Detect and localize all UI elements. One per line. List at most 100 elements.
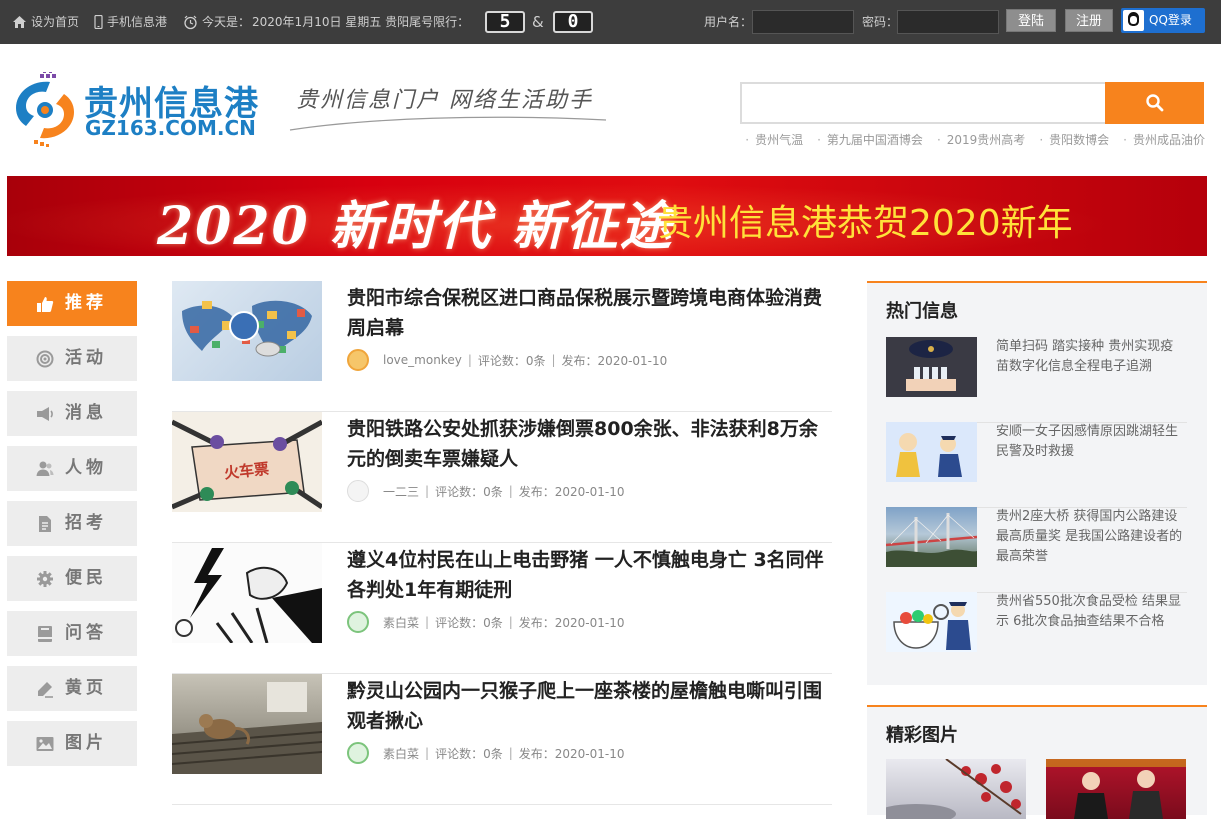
username-label: 用户名： — [704, 15, 753, 29]
article-author[interactable]: 素白菜 — [383, 614, 419, 631]
gear-icon — [37, 571, 53, 587]
nav-item-service[interactable]: 便民 — [7, 556, 137, 601]
site-slogan: 贵州信息门户 网络生活助手 — [296, 88, 593, 113]
article-item[interactable]: 黔灵山公园内一只猴子爬上一座茶楼的屋檐触电嘶叫引围观者揪心 素白菜 | 评论数：… — [172, 674, 832, 805]
nav-label: 黄页 — [65, 678, 107, 698]
article-comments: 评论数：0条 — [435, 484, 503, 499]
cartoon-food-check-image — [893, 602, 971, 650]
article-author[interactable]: love_monkey — [383, 353, 462, 367]
article-title[interactable]: 贵阳铁路公安处抓获涉嫌倒票800余张、非法获利8万余元的倒卖车票嫌疑人 — [347, 414, 832, 474]
hot-item-title[interactable]: 简单扫码 踏实接种 贵州实现疫苗数字化信息全程电子追溯 — [996, 337, 1186, 377]
avatar[interactable] — [347, 480, 369, 502]
document-icon — [39, 516, 51, 532]
article-title[interactable]: 遵义4位村民在山上电击野猪 一人不慎触电身亡 3名同伴各判处1年有期徒刑 — [347, 545, 832, 605]
hot-link[interactable]: 贵阳数博会 — [1039, 131, 1109, 148]
mobile-label: 手机信息港 — [107, 15, 168, 29]
nav-label: 消息 — [65, 403, 107, 423]
article-author[interactable]: 一二三 — [383, 483, 419, 500]
monkey-photo-image — [172, 682, 322, 774]
flower-photo-image — [886, 759, 1022, 819]
plate-number-b: 0 — [553, 11, 593, 33]
date-text: 2020年1月10日 星期五 贵阳尾号限行： — [252, 15, 470, 29]
article-date: 发布：2020-01-10 — [518, 484, 625, 499]
cartoon-rescue-image — [886, 422, 977, 482]
article-date: 发布：2020-01-10 — [518, 615, 625, 630]
search-input[interactable] — [740, 82, 1106, 124]
edit-icon — [38, 682, 53, 698]
nav-label: 活动 — [65, 348, 107, 368]
plate-separator: & — [532, 13, 544, 31]
set-home-link[interactable]: 设为首页 — [12, 0, 79, 44]
logo-mark-icon — [16, 72, 74, 147]
picture-thumbnail[interactable] — [1046, 759, 1186, 819]
nav-item-activity[interactable]: 活动 — [7, 336, 137, 381]
article-item[interactable]: 贵阳市综合保税区进口商品保税展示暨跨境电商体验消费周启幕 love_monkey… — [172, 281, 832, 412]
hot-item[interactable]: 简单扫码 踏实接种 贵州实现疫苗数字化信息全程电子追溯 — [886, 337, 1187, 423]
article-thumbnail[interactable]: 火车票 — [172, 412, 322, 512]
vaccine-photo-image — [886, 337, 977, 397]
search-icon — [1146, 94, 1164, 112]
nav-label: 招考 — [65, 513, 107, 533]
login-button[interactable]: 登陆 — [1006, 9, 1056, 32]
username-input[interactable] — [752, 10, 854, 34]
register-button[interactable]: 注册 — [1065, 9, 1113, 32]
search-button[interactable] — [1105, 82, 1204, 124]
hot-thumbnail[interactable] — [886, 592, 977, 652]
hot-link[interactable]: 2019贵州高考 — [937, 131, 1026, 148]
site-logo[interactable]: 贵州信息港 GZ163.COM.CN — [10, 70, 265, 148]
hot-link[interactable]: 贵州气温 — [745, 131, 803, 148]
article-thumbnail[interactable] — [172, 674, 322, 774]
article-meta: love_monkey | 评论数：0条 | 发布：2020-01-10 — [347, 349, 667, 371]
hot-item[interactable]: 贵州省550批次食品受检 结果显示 6批次食品抽查结果不合格 — [886, 592, 1187, 678]
nav-item-people[interactable]: 人物 — [7, 446, 137, 491]
hot-item-title[interactable]: 贵州省550批次食品受检 结果显示 6批次食品抽查结果不合格 — [996, 592, 1186, 632]
new-year-banner[interactable]: 2020 新时代 新征途 贵州信息港恭贺2020新年 — [7, 176, 1207, 256]
avatar[interactable] — [347, 611, 369, 633]
nav-label: 图片 — [65, 733, 107, 753]
target-icon — [36, 350, 54, 368]
avatar[interactable] — [347, 742, 369, 764]
qq-login-button[interactable]: QQ登录 — [1121, 8, 1205, 33]
hot-thumbnail[interactable] — [886, 507, 977, 567]
nav-item-pictures[interactable]: 图片 — [7, 721, 137, 766]
qq-login-label: QQ登录 — [1149, 13, 1192, 27]
article-thumbnail[interactable] — [172, 543, 322, 643]
article-title[interactable]: 贵阳市综合保税区进口商品保税展示暨跨境电商体验消费周启幕 — [347, 283, 832, 343]
nav-item-exam[interactable]: 招考 — [7, 501, 137, 546]
nav-item-recommend[interactable]: 推荐 — [7, 281, 137, 326]
article-meta: 素白菜 | 评论数：0条 | 发布：2020-01-10 — [347, 611, 625, 633]
hot-item-title[interactable]: 安顺一女子因感情原因跳湖轻生 民警及时救援 — [996, 422, 1186, 462]
megaphone-icon — [37, 407, 53, 421]
article-item[interactable]: 遵义4位村民在山上电击野猪 一人不慎触电身亡 3名同伴各判处1年有期徒刑 素白菜… — [172, 543, 832, 674]
hot-item-title[interactable]: 贵州2座大桥 获得国内公路建设最高质量奖 是我国公路建设者的最高荣誉 — [996, 507, 1186, 567]
article-thumbnail[interactable] — [172, 281, 322, 381]
hot-thumbnail[interactable] — [886, 422, 977, 482]
article-title[interactable]: 黔灵山公园内一只猴子爬上一座茶楼的屋檐触电嘶叫引围观者揪心 — [347, 676, 832, 736]
article-author[interactable]: 素白菜 — [383, 745, 419, 762]
hot-item[interactable]: 贵州2座大桥 获得国内公路建设最高质量奖 是我国公路建设者的最高荣誉 — [886, 507, 1187, 593]
nav-label: 推荐 — [65, 293, 107, 313]
article-item[interactable]: 火车票 贵阳铁路公安处抓获涉嫌倒票800余张、非法获利8万余元的倒卖车票嫌疑人 … — [172, 412, 832, 543]
hot-link[interactable]: 第九届中国酒博会 — [817, 131, 923, 148]
today-label: 今天是： — [202, 15, 251, 29]
hot-item[interactable]: 安顺一女子因感情原因跳湖轻生 民警及时救援 — [886, 422, 1187, 508]
image-icon — [36, 737, 54, 751]
hot-link[interactable]: 贵州成品油价 — [1123, 131, 1205, 148]
set-home-label: 设为首页 — [31, 15, 80, 29]
featured-pictures-panel: 精彩图片 — [867, 705, 1207, 819]
article-date: 发布：2020-01-10 — [518, 746, 625, 761]
avatar[interactable] — [347, 349, 369, 371]
nav-item-yellow-pages[interactable]: 黄页 — [7, 666, 137, 711]
mobile-link[interactable]: 手机信息港 — [94, 0, 167, 44]
password-label: 密码： — [862, 15, 899, 29]
book-icon — [38, 626, 52, 642]
top-bar: 设为首页 手机信息港 今天是： 2020年1月10日 星期五 贵阳尾号限行： 5… — [0, 0, 1221, 44]
password-input[interactable] — [897, 10, 999, 34]
nav-label: 问答 — [65, 623, 107, 643]
banner-headline: 2020 新时代 新征途 — [157, 196, 674, 256]
hot-thumbnail[interactable] — [886, 337, 977, 397]
thumbs-up-icon — [37, 297, 54, 312]
nav-item-qa[interactable]: 问答 — [7, 611, 137, 656]
nav-item-news[interactable]: 消息 — [7, 391, 137, 436]
picture-thumbnail[interactable] — [886, 759, 1026, 819]
